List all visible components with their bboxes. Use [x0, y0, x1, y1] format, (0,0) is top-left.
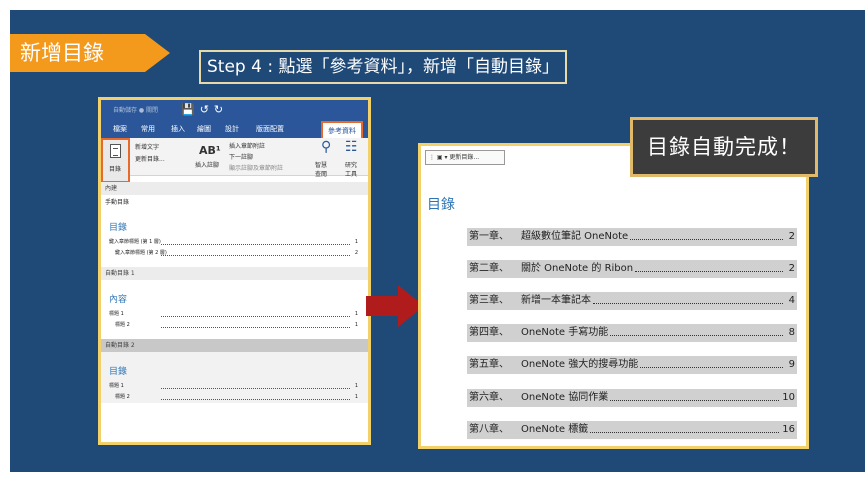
result-document: ⋮ ▣ ▾ 更新目錄... 目錄 第一章、 超級數位筆記 OneNote 2 第二章、… [418, 143, 809, 449]
toc-entry[interactable]: 第二章、 關於 OneNote 的 Ribon 2 [467, 260, 797, 278]
toc-chapter: 第五章、 [469, 359, 509, 370]
auto-toc-1-option[interactable]: 內容 標題 11 標題 21 [101, 280, 368, 331]
manual-toc-label: 手動目錄 [105, 199, 130, 206]
toc-title: OneNote 手寫功能 [521, 327, 609, 338]
smart-lookup-button[interactable]: 智慧查閱 [315, 160, 331, 178]
update-toc-button[interactable]: 更新目錄... [135, 154, 165, 163]
gallery-row: 標題 11 [101, 309, 368, 320]
toc-chapter: 第六章、 [469, 392, 509, 403]
completion-callout: 目錄自動完成！ [630, 117, 818, 177]
toc-leader [593, 303, 783, 304]
toc-page: 16 [780, 421, 795, 439]
manual-toc-option[interactable]: 目錄 鍵入章節標題 (第 1 層) 1 鍵入章節標題 (第 2 層) 2 [101, 208, 368, 259]
gallery-row: 鍵入章節標題 (第 2 層) 2 [101, 248, 368, 259]
toc-entry[interactable]: 第四章、 OneNote 手寫功能 8 [467, 324, 797, 342]
toc-title: OneNote 協同作業 [521, 392, 609, 403]
toc-leader [640, 367, 783, 368]
toc-chapter: 第一章、 [469, 231, 509, 242]
toc-page: 9 [786, 356, 795, 374]
toc-leader [635, 271, 783, 272]
toc-page: 10 [780, 389, 795, 407]
tab-layout[interactable]: 版面配置 [256, 124, 284, 134]
toc-leader [630, 239, 783, 240]
auto-toc-2-label: 自動目錄 2 [101, 339, 368, 352]
auto-toc-2-title: 目錄 [109, 367, 128, 377]
update-toc-toolbar[interactable]: ⋮ ▣ ▾ 更新目錄... [425, 150, 505, 165]
toc-chapter: 第四章、 [469, 327, 509, 338]
next-footnote-button[interactable]: 下一註腳 [229, 152, 253, 161]
toc-page: 2 [786, 260, 795, 278]
toc-page: 4 [786, 292, 795, 310]
add-text-button[interactable]: 新增文字 [135, 142, 159, 151]
quick-access-icons[interactable]: 💾↺↻ [181, 103, 228, 116]
toc-title: 超級數位筆記 OneNote [521, 231, 629, 242]
toc-gallery: 內建 手動目錄 目錄 鍵入章節標題 (第 1 層) 1 鍵入章節標題 (第 2 層… [101, 182, 368, 442]
research-button[interactable]: 研究工具 [345, 160, 361, 178]
tab-design[interactable]: 設計 [225, 124, 239, 134]
builtin-header: 內建 [101, 182, 368, 195]
tab-file[interactable]: 檔案 [113, 124, 127, 134]
step-instruction: Step 4 : 點選「參考資料」，新增「自動目錄」 [199, 50, 567, 84]
insert-footnote-button[interactable]: 插入註腳 [195, 160, 219, 169]
toc-entry[interactable]: 第五章、 OneNote 強大的搜尋功能 9 [467, 356, 797, 374]
toc-title: OneNote 標籤 [521, 424, 589, 435]
toc-page: 2 [786, 228, 795, 246]
toc-entry[interactable]: 第六章、 OneNote 協同作業 10 [467, 389, 797, 407]
toc-leader [610, 335, 783, 336]
toc-page: 8 [786, 324, 795, 342]
tab-references[interactable]: 參考資料 [321, 121, 363, 138]
word-titlebar: 自動儲存 ● 關閉 💾↺↻ [101, 100, 368, 121]
gallery-row: 鍵入章節標題 (第 1 層) 1 [101, 237, 368, 248]
show-notes-button[interactable]: 顯示註腳及章節附註 [229, 163, 283, 172]
word-screenshot: 自動儲存 ● 關閉 💾↺↻ 檔案 常用 插入 繪圖 設計 版面配置 參考資料 目… [98, 97, 371, 445]
gallery-row: 標題 11 [101, 381, 368, 392]
gallery-row: 標題 21 [101, 392, 368, 403]
insert-endnote-button[interactable]: 插入章節附註 [229, 141, 265, 150]
tab-home[interactable]: 常用 [141, 124, 155, 134]
toc-title: 新增一本筆記本 [521, 295, 591, 306]
section-title-tag: 新增目錄 [10, 34, 170, 72]
autosave-label: 自動儲存 ● 關閉 [113, 107, 159, 114]
toc-entry[interactable]: 第八章、 OneNote 標籤 16 [467, 421, 797, 439]
tab-insert[interactable]: 插入 [171, 124, 185, 134]
toc-chapter: 第三章、 [469, 295, 509, 306]
toc-icon [110, 144, 121, 158]
toc-title: OneNote 強大的搜尋功能 [521, 359, 639, 370]
auto-toc-1-label: 自動目錄 1 [101, 267, 368, 280]
toc-entry[interactable]: 第三章、 新增一本筆記本 4 [467, 292, 797, 310]
toc-title: 關於 OneNote 的 Ribon [521, 263, 634, 274]
gallery-row: 標題 21 [101, 320, 368, 331]
ribbon-tabs: 檔案 常用 插入 繪圖 設計 版面配置 參考資料 [101, 121, 368, 138]
footnote-ab-icon: AB¹ [199, 144, 221, 157]
toc-button[interactable]: 目錄 [101, 138, 130, 183]
auto-toc-1-title: 內容 [109, 295, 128, 305]
auto-toc-2-option[interactable]: 目錄 標題 11 標題 21 [101, 352, 368, 403]
references-ribbon: 目錄 新增文字 更新目錄... AB¹ 插入註腳 插入章節附註 下一註腳 顯示註… [101, 138, 368, 183]
update-toc-label: 更新目錄... [449, 154, 480, 161]
toc-leader [590, 432, 783, 433]
toc-leader [610, 400, 783, 401]
tab-draw[interactable]: 繪圖 [197, 124, 211, 134]
smart-lookup-icon: ⚲ [321, 139, 332, 155]
research-icon: ☷ [345, 139, 358, 155]
toc-chapter: 第二章、 [469, 263, 509, 274]
toc-entry[interactable]: 第一章、 超級數位筆記 OneNote 2 [467, 228, 797, 246]
manual-toc-title: 目錄 [109, 223, 128, 233]
toc-chapter: 第八章、 [469, 424, 509, 435]
toc-button-label: 目錄 [109, 166, 122, 173]
document-toc-title: 目錄 [427, 197, 455, 213]
